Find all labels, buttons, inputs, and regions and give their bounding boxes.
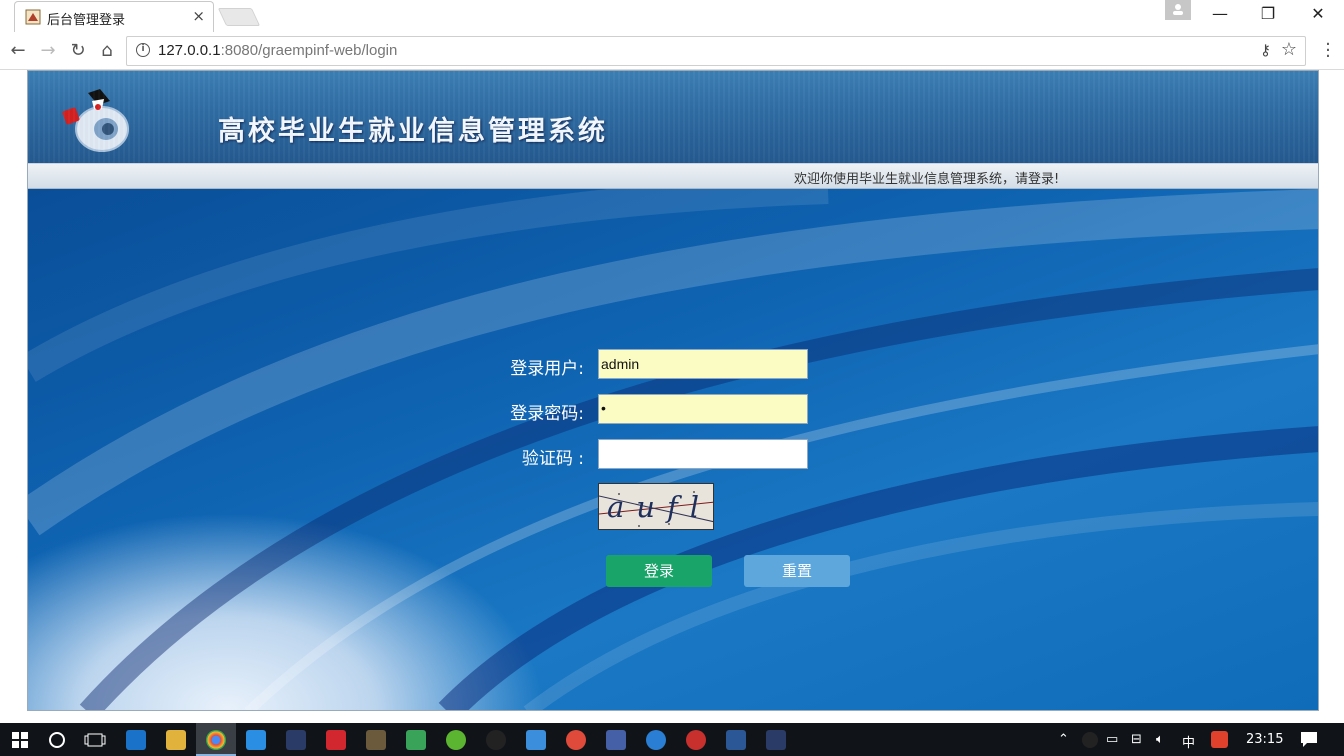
- volume-icon[interactable]: 🔈︎: [1156, 732, 1164, 747]
- login-stage: 登录用户: 登录密码: • 验证码 : aufl 登录 重置: [28, 189, 1318, 710]
- restore-button[interactable]: ❐: [1248, 4, 1288, 26]
- browser-tab-strip: 后台管理登录 × — ❐ ✕: [0, 0, 1344, 32]
- key-icon[interactable]: ⚷: [1260, 41, 1271, 59]
- app-icon-2[interactable]: [446, 730, 466, 750]
- back-arrow-icon[interactable]: ←: [6, 39, 30, 63]
- browser-toolbar: ← → ↻ ⌂ i 127.0.0.1:8080/graempinf-web/l…: [0, 32, 1344, 70]
- address-bar[interactable]: i 127.0.0.1:8080/graempinf-web/login ⚷ ☆: [126, 36, 1306, 66]
- password-label: 登录密码:: [510, 404, 584, 424]
- url-text[interactable]: 127.0.0.1:8080/graempinf-web/login: [158, 42, 397, 59]
- battery-icon[interactable]: ▭: [1106, 732, 1118, 747]
- password-input[interactable]: •: [598, 394, 808, 424]
- eclipse-icon-2[interactable]: [766, 730, 786, 750]
- store-icon[interactable]: [246, 730, 266, 750]
- app-icon-4[interactable]: [566, 730, 586, 750]
- word-icon[interactable]: [726, 730, 746, 750]
- system-logo-icon: [62, 89, 129, 152]
- ime-indicator[interactable]: 中: [1182, 732, 1195, 751]
- chrome-icon[interactable]: [206, 730, 226, 750]
- tab-close-icon[interactable]: ×: [192, 7, 205, 25]
- captcha-input[interactable]: [598, 439, 808, 469]
- network-icon[interactable]: ⊟: [1131, 732, 1142, 747]
- username-label: 登录用户:: [510, 359, 584, 379]
- windows-taskbar: ⌃ ▭ ⊟ 🔈︎ 中 23:15: [0, 723, 1344, 756]
- app-icon-6[interactable]: [646, 730, 666, 750]
- login-button[interactable]: 登录: [606, 555, 712, 587]
- browser-tab[interactable]: 后台管理登录 ×: [14, 1, 214, 32]
- forward-arrow-icon[interactable]: →: [36, 39, 60, 63]
- app-icon-3[interactable]: [526, 730, 546, 750]
- minimize-button[interactable]: —: [1200, 4, 1240, 26]
- app-icon-1[interactable]: [366, 730, 386, 750]
- tray-qq-icon[interactable]: [1082, 732, 1098, 748]
- profile-icon[interactable]: [1165, 0, 1191, 20]
- reset-button[interactable]: 重置: [744, 555, 850, 587]
- header-banner: 高校毕业生就业信息管理系统: [28, 71, 1318, 163]
- site-info-icon[interactable]: i: [136, 43, 150, 57]
- task-view-icon[interactable]: [84, 731, 106, 749]
- tray-expand-icon[interactable]: ⌃: [1058, 732, 1069, 747]
- system-title: 高校毕业生就业信息管理系统: [218, 116, 608, 147]
- login-page: 高校毕业生就业信息管理系统 欢迎你使用毕业生就业信息管理系统，请登录! 登录用户…: [27, 70, 1319, 711]
- page-favicon-icon: [25, 9, 41, 25]
- cortana-icon[interactable]: [48, 731, 66, 749]
- captcha-label: 验证码 :: [521, 449, 584, 469]
- app-icon-7[interactable]: [686, 730, 706, 750]
- netease-music-icon[interactable]: [326, 730, 346, 750]
- browser-menu-icon[interactable]: · · ·: [1320, 36, 1336, 66]
- new-tab-button[interactable]: [217, 8, 261, 26]
- captcha-image[interactable]: aufl: [598, 483, 714, 530]
- eclipse-icon[interactable]: [286, 730, 306, 750]
- taskbar-clock[interactable]: 23:15: [1246, 732, 1283, 747]
- windows-start-icon[interactable]: [12, 732, 28, 748]
- qq-icon[interactable]: [486, 730, 506, 750]
- edge-icon[interactable]: [126, 730, 146, 750]
- sogou-input-icon[interactable]: [1211, 731, 1228, 748]
- username-input[interactable]: [598, 349, 808, 379]
- welcome-bar: 欢迎你使用毕业生就业信息管理系统，请登录!: [28, 163, 1318, 189]
- captcha-text: aufl: [607, 490, 711, 524]
- reload-icon[interactable]: ↻: [66, 39, 90, 63]
- wechat-icon[interactable]: [406, 730, 426, 750]
- file-explorer-icon[interactable]: [166, 730, 186, 750]
- app-icon-5[interactable]: [606, 730, 626, 750]
- action-center-icon[interactable]: [1300, 731, 1318, 748]
- close-window-button[interactable]: ✕: [1298, 4, 1338, 26]
- bookmark-star-icon[interactable]: ☆: [1281, 39, 1297, 60]
- tab-title: 后台管理登录: [47, 13, 126, 28]
- welcome-text: 欢迎你使用毕业生就业信息管理系统，请登录!: [794, 172, 1060, 187]
- home-icon[interactable]: ⌂: [95, 39, 119, 63]
